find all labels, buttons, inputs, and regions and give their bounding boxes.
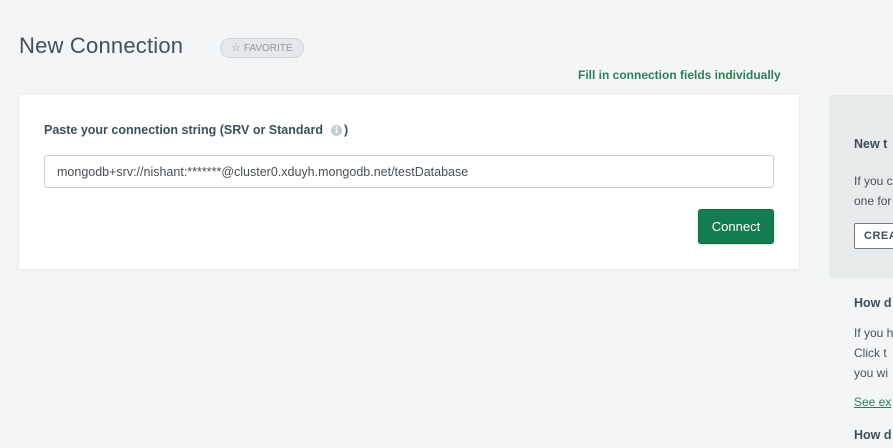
side-panel-text-line: one for	[854, 194, 892, 208]
create-cluster-button[interactable]: CREA	[854, 223, 893, 249]
how-to-text-line: Click t	[854, 346, 887, 360]
connect-button[interactable]: Connect	[698, 209, 774, 244]
side-panel-text: If you c one for	[854, 171, 893, 211]
page-title: New Connection	[19, 33, 184, 58]
how-to-heading-2: How d	[854, 428, 892, 442]
connection-string-label: Paste your connection string (SRV or Sta…	[44, 123, 348, 137]
how-to-heading: How d	[854, 296, 892, 310]
info-icon[interactable]: i	[331, 124, 342, 136]
see-example-link[interactable]: See ex	[854, 395, 893, 409]
how-to-text: If you h Click t you wi	[854, 323, 893, 383]
how-to-text-line: you wi	[854, 366, 889, 380]
side-panel-text-line: If you c	[854, 174, 893, 188]
connection-string-label-close: )	[344, 123, 349, 137]
how-to-text-line: If you h	[854, 326, 893, 340]
connection-string-input[interactable]	[44, 155, 774, 188]
side-panel-heading: New t	[854, 137, 888, 151]
favorite-label: FAVORITE	[243, 42, 293, 54]
connection-card: Paste your connection string (SRV or Sta…	[19, 95, 799, 269]
new-to-compass-panel: New t If you c one for CREA	[829, 95, 893, 278]
star-icon: ☆	[231, 41, 241, 54]
fill-fields-individually-link[interactable]: Fill in connection fields individually	[578, 68, 781, 82]
how-to-section: How d If you h Click t you wi See ex How…	[854, 290, 893, 442]
connection-string-label-text: Paste your connection string (SRV or Sta…	[44, 123, 323, 137]
favorite-button[interactable]: ☆ FAVORITE	[220, 38, 304, 58]
